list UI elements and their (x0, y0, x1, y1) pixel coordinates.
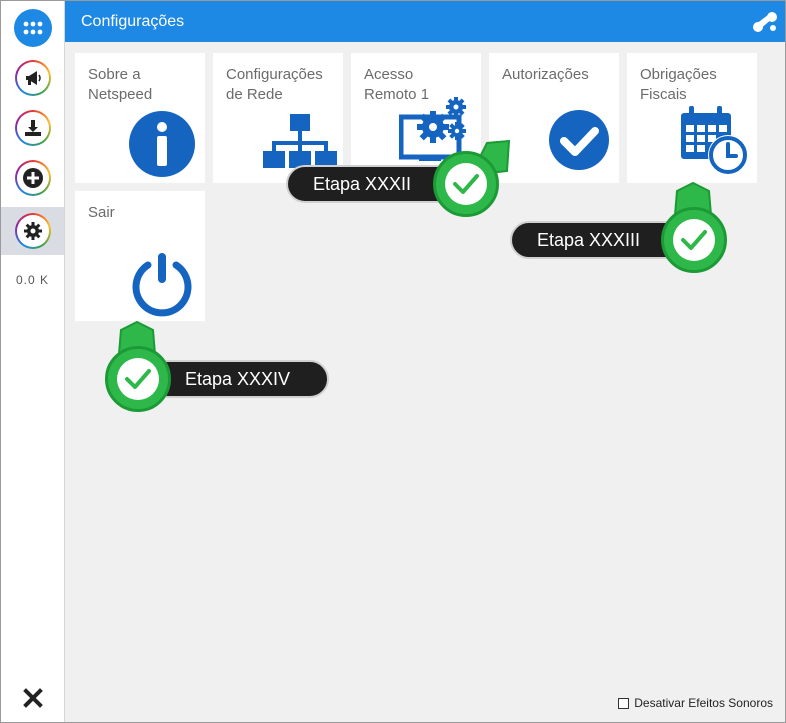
step-callout-xxxiv: Etapa XXXIV (149, 360, 329, 398)
header-bar: Configurações (65, 1, 785, 42)
step-complete-badge (433, 151, 499, 217)
sound-effects-label: Desativar Efeitos Sonoros (634, 696, 773, 710)
checkmark-icon (453, 174, 479, 194)
netspeed-logo-icon (753, 12, 777, 32)
sound-effects-checkbox[interactable] (618, 697, 630, 709)
tile-network-settings[interactable]: Configurações de Rede (213, 53, 343, 183)
power-icon (132, 253, 192, 317)
downloads-button[interactable] (1, 104, 64, 152)
callout-text: Etapa XXXII (313, 173, 412, 194)
grid-dots-icon (13, 9, 52, 47)
checkmark-icon (125, 369, 151, 389)
tile-label: Sobre a Netspeed (88, 66, 153, 103)
calendar-clock-icon (681, 106, 748, 175)
close-button[interactable] (1, 681, 64, 715)
page-title: Configurações (81, 13, 185, 30)
checkmark-circle-icon (549, 110, 609, 170)
sound-effects-toggle[interactable]: Desativar Efeitos Sonoros (618, 696, 773, 710)
close-icon (22, 688, 43, 708)
step-callout-xxxii: Etapa XXXII (286, 165, 456, 203)
callout-text: Etapa XXXIII (537, 229, 641, 250)
info-icon (129, 111, 195, 177)
tile-about-netspeed[interactable]: Sobre a Netspeed (75, 53, 205, 183)
usage-counter: 0.0 K (15, 273, 50, 287)
checkmark-icon (681, 230, 707, 250)
app-window: 0.0 K Configurações Sobre a Netspeed Con… (0, 0, 786, 723)
download-tray-icon (15, 110, 51, 146)
step-complete-badge (105, 346, 171, 412)
megaphone-icon (15, 60, 51, 96)
settings-button[interactable] (1, 207, 64, 255)
apps-menu-button[interactable] (1, 4, 64, 52)
tile-logout[interactable]: Sair (75, 191, 205, 321)
add-button[interactable] (1, 154, 64, 202)
tile-tax-obligations[interactable]: Obrigações Fiscais (627, 53, 757, 183)
tile-label: Configurações de Rede (226, 66, 323, 103)
callout-text: Etapa XXXIV (185, 368, 291, 389)
gear-icon (15, 213, 51, 249)
sidebar: 0.0 K (1, 1, 65, 722)
tile-label: Sair (88, 204, 115, 221)
tile-label: Autorizações (502, 66, 589, 83)
announcements-button[interactable] (1, 54, 64, 102)
tile-label: Obrigações Fiscais (640, 66, 717, 103)
plus-circle-icon (15, 160, 51, 196)
step-complete-badge (661, 207, 727, 273)
